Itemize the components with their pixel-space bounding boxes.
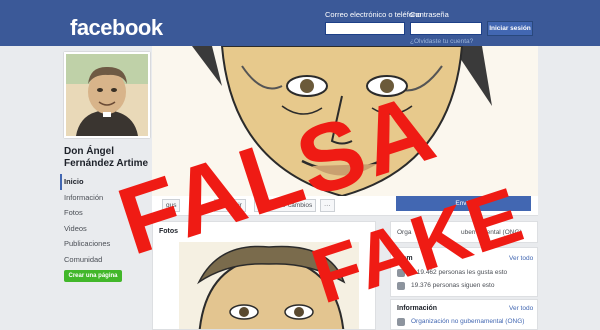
caricature-portrait-icon	[66, 54, 148, 136]
login-button[interactable]: Iniciar sesión	[487, 21, 533, 36]
facebook-logo[interactable]: facebook	[70, 15, 163, 41]
category-icon	[397, 318, 405, 326]
info-card: Información Ver todo Organización no gub…	[390, 299, 538, 330]
create-page-button[interactable]: Crear una página	[64, 270, 122, 282]
info-see-all-link[interactable]: Ver todo	[509, 305, 533, 312]
email-field[interactable]	[325, 22, 405, 35]
password-field[interactable]	[410, 22, 482, 35]
org-category-link[interactable]: Organización no gubernamental (ONG)	[411, 318, 524, 325]
email-label: Correo electrónico o teléfono	[325, 10, 422, 19]
password-label: Contraseña	[410, 10, 449, 19]
profile-picture[interactable]	[64, 52, 150, 138]
top-bar: facebook Correo electrónico o teléfono C…	[0, 0, 600, 46]
forgot-account-link[interactable]: ¿Olvidaste tu cuenta?	[410, 38, 473, 45]
info-heading: Información	[397, 305, 438, 312]
